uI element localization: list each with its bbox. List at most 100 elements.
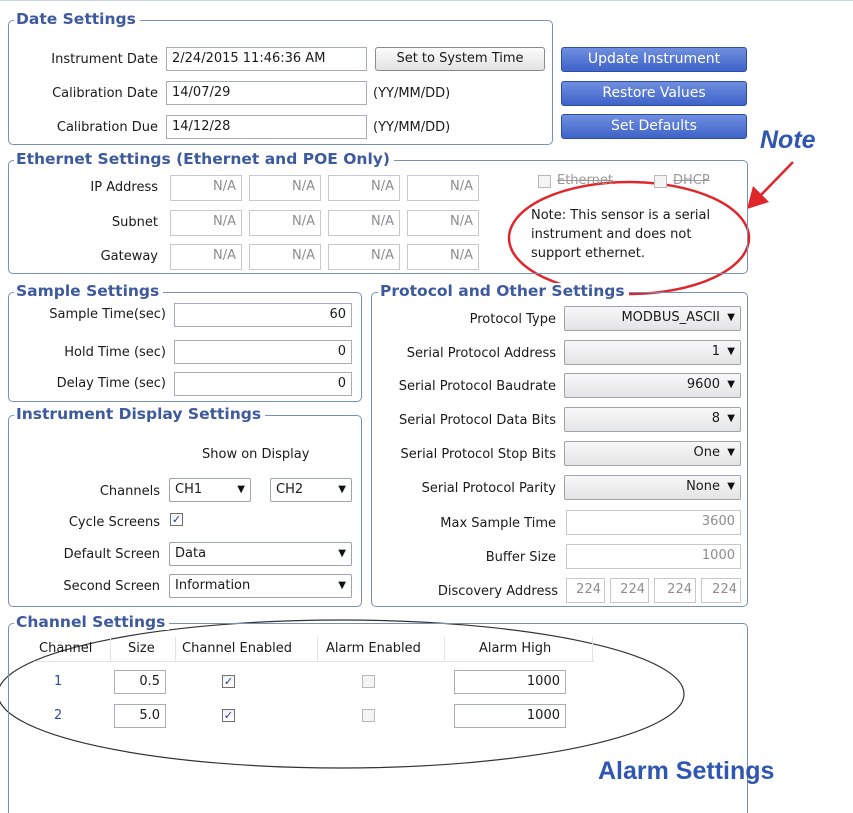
- default-screen-value: Data: [175, 546, 207, 561]
- buffer-size-label: Buffer Size: [485, 550, 556, 565]
- show-on-display-label: Show on Display: [202, 447, 310, 462]
- column-header-alarm-high: Alarm High: [479, 641, 552, 656]
- chevron-down-icon: ▼: [727, 447, 735, 458]
- serial-parity-label: Serial Protocol Parity: [421, 481, 556, 496]
- ethernet-checkbox[interactable]: [538, 175, 551, 188]
- protocol-type-dropdown[interactable]: MODBUS_ASCII ▼: [564, 306, 741, 331]
- cycle-screens-checkbox[interactable]: ✓: [170, 513, 183, 526]
- gateway-octet-2-input[interactable]: N/A: [249, 244, 321, 270]
- serial-parity-value: None: [686, 479, 720, 494]
- gateway-octet-1-input[interactable]: N/A: [170, 244, 242, 270]
- delay-time-label: Delay Time (sec): [56, 376, 166, 391]
- chevron-down-icon: ▼: [338, 548, 346, 559]
- dhcp-checkbox-label: DHCP: [673, 173, 710, 188]
- delay-time-input[interactable]: 0: [174, 372, 352, 396]
- gateway-label: Gateway: [100, 249, 158, 264]
- ip-octet-2-input[interactable]: N/A: [249, 175, 321, 201]
- column-divider: [592, 637, 593, 661]
- alarm-high-input[interactable]: 1000: [454, 704, 566, 728]
- serial-baudrate-label: Serial Protocol Baudrate: [398, 379, 556, 394]
- second-screen-value: Information: [175, 578, 251, 593]
- ip-octet-1-input[interactable]: N/A: [170, 175, 242, 201]
- chevron-down-icon: ▼: [727, 379, 735, 390]
- dhcp-checkbox[interactable]: [654, 175, 667, 188]
- chevron-down-icon: ▼: [727, 312, 735, 323]
- subnet-label: Subnet: [111, 215, 158, 230]
- buffer-size-input[interactable]: 1000: [566, 544, 741, 569]
- column-header-channel: Channel: [39, 641, 93, 656]
- second-screen-dropdown[interactable]: Information ▼: [169, 574, 352, 598]
- column-header-size: Size: [128, 641, 155, 656]
- sample-time-label: Sample Time(sec): [49, 307, 166, 322]
- serial-address-label: Serial Protocol Address: [406, 346, 556, 361]
- chevron-down-icon: ▼: [727, 481, 735, 492]
- serial-data-bits-label: Serial Protocol Data Bits: [398, 413, 556, 428]
- column-divider: [317, 637, 318, 661]
- protocol-type-label: Protocol Type: [469, 312, 556, 327]
- column-header-alarm-enabled: Alarm Enabled: [326, 641, 421, 656]
- cycle-screens-label: Cycle Screens: [68, 515, 160, 530]
- chevron-down-icon: ▼: [237, 484, 245, 495]
- serial-address-dropdown[interactable]: 1 ▼: [564, 340, 741, 365]
- channel-a-value: CH1: [175, 482, 203, 497]
- serial-stop-bits-dropdown[interactable]: One ▼: [564, 441, 741, 466]
- serial-baudrate-dropdown[interactable]: 9600 ▼: [564, 373, 741, 398]
- column-divider: [444, 637, 445, 661]
- table-row: 1 0.5 ✓ 1000: [34, 668, 594, 696]
- gateway-octet-4-input[interactable]: N/A: [407, 244, 479, 270]
- sample-settings-title: Sample Settings: [14, 283, 164, 299]
- discovery-octet-1-input[interactable]: 224: [566, 578, 605, 603]
- max-sample-time-input[interactable]: 3600: [566, 510, 741, 535]
- subnet-octet-1-input[interactable]: N/A: [170, 210, 242, 236]
- checkmark-icon: ✓: [171, 513, 182, 526]
- ip-octet-3-input[interactable]: N/A: [328, 175, 400, 201]
- hold-time-label: Hold Time (sec): [64, 345, 166, 360]
- sample-time-input[interactable]: 60: [174, 303, 352, 327]
- default-screen-dropdown[interactable]: Data ▼: [169, 542, 352, 566]
- chevron-down-icon: ▼: [338, 484, 346, 495]
- protocol-type-value: MODBUS_ASCII: [621, 310, 720, 325]
- discovery-address-label: Discovery Address: [437, 584, 558, 599]
- default-screen-label: Default Screen: [63, 547, 160, 562]
- subnet-octet-4-input[interactable]: N/A: [407, 210, 479, 236]
- serial-parity-dropdown[interactable]: None ▼: [564, 475, 741, 500]
- chevron-down-icon: ▼: [727, 413, 735, 424]
- checkmark-icon: ✓: [223, 709, 234, 722]
- note-arrow-icon: [747, 161, 794, 209]
- max-sample-time-label: Max Sample Time: [440, 516, 556, 531]
- alarm-high-input[interactable]: 1000: [454, 670, 566, 694]
- channel-size-input[interactable]: 5.0: [114, 704, 166, 728]
- serial-stop-bits-label: Serial Protocol Stop Bits: [400, 447, 556, 462]
- subnet-octet-2-input[interactable]: N/A: [249, 210, 321, 236]
- serial-baudrate-value: 9600: [686, 377, 720, 392]
- discovery-octet-3-input[interactable]: 224: [654, 578, 696, 603]
- serial-data-bits-dropdown[interactable]: 8 ▼: [564, 407, 741, 432]
- channel-enabled-checkbox[interactable]: ✓: [222, 675, 235, 688]
- channel-size-input[interactable]: 0.5: [114, 670, 166, 694]
- channel-b-value: CH2: [276, 482, 304, 497]
- column-divider: [110, 637, 111, 661]
- channel-number: 2: [54, 708, 63, 723]
- ethernet-checkbox-label: Ethernet: [557, 173, 613, 188]
- ip-octet-4-input[interactable]: N/A: [407, 175, 479, 201]
- channel-number: 1: [54, 674, 63, 689]
- subnet-octet-3-input[interactable]: N/A: [328, 210, 400, 236]
- checkmark-icon: ✓: [223, 675, 234, 688]
- alarm-enabled-checkbox[interactable]: [362, 675, 375, 688]
- channel-a-dropdown[interactable]: CH1 ▼: [169, 478, 251, 502]
- channel-table-header: Channel Size Channel Enabled Alarm Enabl…: [34, 637, 594, 662]
- channel-b-dropdown[interactable]: CH2 ▼: [270, 478, 352, 502]
- gateway-octet-3-input[interactable]: N/A: [328, 244, 400, 270]
- serial-data-bits-value: 8: [711, 411, 720, 426]
- hold-time-input[interactable]: 0: [174, 340, 352, 364]
- ethernet-settings-title: Ethernet Settings (Ethernet and POE Only…: [14, 151, 394, 167]
- serial-stop-bits-value: One: [693, 445, 720, 460]
- column-divider: [175, 637, 176, 661]
- channel-settings-title: Channel Settings: [14, 614, 170, 630]
- ethernet-note-line-3: support ethernet.: [531, 246, 645, 261]
- channel-enabled-checkbox[interactable]: ✓: [222, 709, 235, 722]
- discovery-octet-2-input[interactable]: 224: [610, 578, 649, 603]
- table-row: 2 5.0 ✓ 1000: [34, 702, 594, 730]
- alarm-enabled-checkbox[interactable]: [362, 709, 375, 722]
- discovery-octet-4-input[interactable]: 224: [701, 578, 741, 603]
